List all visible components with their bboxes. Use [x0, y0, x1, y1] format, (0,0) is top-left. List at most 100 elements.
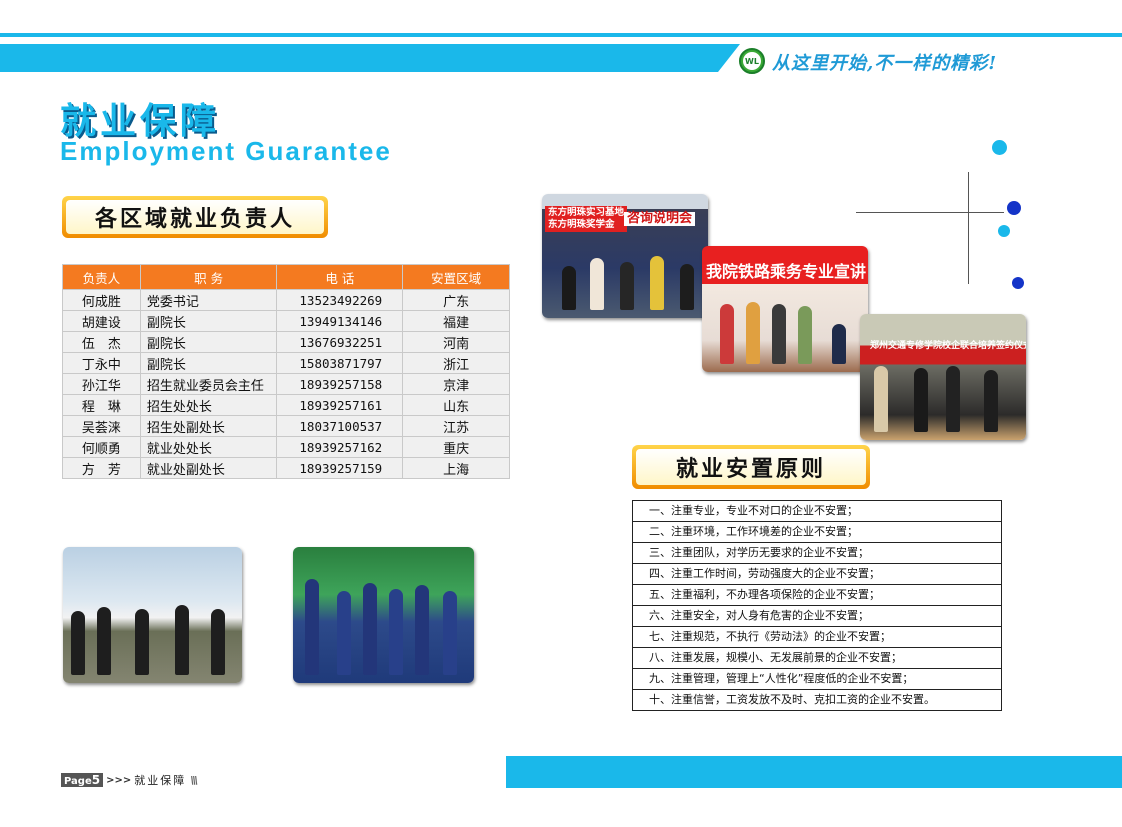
staff-phone-cell: 18939257162: [276, 436, 404, 458]
photo-banner-text: 我院铁路乘务专业宣讲: [706, 262, 867, 281]
staff-phone-cell: 15803871797: [276, 352, 404, 374]
photo-banner-text: 咨询说明会: [624, 212, 696, 226]
table-row: 何顺勇 就业处处长 18939257162 重庆: [62, 436, 510, 458]
top-stripe: [0, 33, 1122, 37]
staff-name-cell: 程 琳: [62, 394, 141, 416]
table-row: 伍 杰副院长 13676932251 河南: [62, 331, 510, 353]
staff-phone-cell: 18939257161: [276, 394, 404, 416]
page-slashes: \\\: [190, 773, 198, 787]
page-title-en: Employment Guarantee: [60, 136, 392, 166]
staff-position-cell: 党委书记: [139, 289, 278, 311]
principle-item: 六、注重安全，对人身有危害的企业不安置；: [633, 606, 1001, 627]
column-header-name: 负责人: [62, 264, 141, 290]
staff-name-cell: 吴荟涞: [62, 415, 141, 437]
regional-staff-table: 负责人 职 务 电 话 安置区域 何成胜 党委书记 13523492269 广东 胡建设…: [62, 264, 510, 479]
table-row: 方 芳就业处副处长 18939257159 上海: [62, 457, 510, 479]
staff-name-cell: 胡建设: [62, 310, 141, 332]
person-figure: [984, 370, 998, 432]
attendant-figure: [135, 609, 149, 675]
staff-name-cell: 伍 杰: [62, 331, 141, 353]
staff-region-cell: 福建: [402, 310, 510, 332]
regions-heading-badge: 各区域就业负责人: [62, 196, 328, 238]
student-figure: [772, 304, 786, 364]
staff-position-cell: 副院长: [139, 331, 278, 353]
audience-figure: [620, 262, 634, 310]
signing-ceremony-photo: 郑州交通专修学院校企联合培养签约仪式: [860, 314, 1026, 440]
railway-recruitment-photo: 我院铁路乘务专业宣讲: [702, 246, 868, 372]
column-header-region: 安置区域: [402, 264, 510, 290]
flight-attendants-airport-photo: [63, 547, 242, 683]
decorative-dot: [1007, 201, 1021, 215]
principle-item: 五、注重福利，不办理各项保险的企业不安置；: [633, 585, 1001, 606]
page-number: 5: [91, 773, 101, 787]
staff-position-cell: 就业处副处长: [139, 457, 278, 479]
staff-region-cell: 广东: [402, 289, 510, 311]
staff-name-cell: 丁永中: [62, 352, 141, 374]
staff-position-cell: 招生处副处长: [139, 415, 278, 437]
attendant-figure: [71, 611, 85, 675]
table-row: 程 琳招生处处长 18939257161 山东: [62, 394, 510, 416]
logo-text: WL: [743, 52, 761, 70]
staff-name-cell: 方 芳: [62, 457, 141, 479]
person-figure: [914, 368, 928, 432]
photo-banner-text: 郑州交通专修学院校企联合培养签约仪式: [870, 341, 1026, 351]
regions-heading: 各区域就业负责人: [66, 200, 324, 234]
principle-item: 十、注重信誉，工资发放不及时、克扣工资的企业不安置。: [649, 693, 935, 706]
staff-phone-cell: 18939257159: [276, 457, 404, 479]
principle-item: 二、注重环境，工作环境差的企业不安置；: [633, 522, 1001, 543]
staff-region-cell: 浙江: [402, 352, 510, 374]
attendant-figure: [97, 607, 111, 675]
interviewer-figure: [832, 324, 846, 364]
footer-band: [506, 756, 1122, 788]
staff-phone-cell: 18037100537: [276, 415, 404, 437]
staff-region-cell: 重庆: [402, 436, 510, 458]
page-marker: Page5 >>> 就业保障 \\\: [61, 772, 198, 788]
principles-list: 一、注重专业，专业不对口的企业不安置； 二、注重环境，工作环境差的企业不安置； …: [632, 500, 1002, 711]
table-row: 丁永中 副院长 15803871797 浙江: [62, 352, 510, 374]
audience-figure: [562, 266, 576, 310]
stewardess-figure: [305, 579, 319, 675]
page-prefix: Page: [64, 776, 92, 787]
staff-position-cell: 就业处处长: [139, 436, 278, 458]
principles-heading-badge: 就业安置原则: [632, 445, 870, 489]
consultation-meeting-photo: 东方明珠实习基地 东方明珠奖学金 咨询说明会: [542, 194, 708, 318]
page-number-box: Page5: [61, 773, 104, 787]
staff-name-cell: 孙江华: [62, 373, 141, 395]
table-row: 何成胜 党委书记 13523492269 广东: [62, 289, 510, 311]
staff-phone-cell: 13523492269: [276, 289, 404, 311]
stewardess-figure: [415, 585, 429, 675]
student-figure: [746, 302, 760, 364]
decorative-dot: [992, 140, 1007, 155]
student-figure: [720, 304, 734, 364]
decorative-dot: [1012, 277, 1024, 289]
staff-position-cell: 招生处处长: [139, 394, 278, 416]
staff-phone-cell: 18939257158: [276, 373, 404, 395]
staff-phone-cell: 13676932251: [276, 331, 404, 353]
page-arrows: >>>: [106, 774, 132, 786]
stewardess-figure: [363, 583, 377, 675]
stewardess-figure: [337, 591, 351, 675]
principle-item: 四、注重工作时间，劳动强度大的企业不安置；: [633, 564, 1001, 585]
decorative-line: [968, 172, 969, 284]
principle-item: 八、注重发展，规模小、无发展前景的企业不安置；: [633, 648, 1001, 669]
person-figure: [946, 366, 960, 432]
decorative-line: [856, 212, 1004, 213]
staff-position-cell: 副院长: [139, 310, 278, 332]
column-header-phone: 电 话: [276, 264, 404, 290]
decorative-dot: [998, 225, 1010, 237]
audience-figure: [590, 258, 604, 310]
principle-item: 三、注重团队，对学历无要求的企业不安置；: [633, 543, 1001, 564]
staff-region-cell: 江苏: [402, 415, 510, 437]
staff-position-cell: 招生就业委员会主任: [139, 373, 278, 395]
table-header-row: 负责人 职 务 电 话 安置区域: [62, 264, 510, 290]
student-figure: [798, 306, 812, 364]
staff-region-cell: 山东: [402, 394, 510, 416]
slogan-text: 从这里开始,不一样的精彩!: [772, 53, 998, 74]
staff-region-cell: 京津: [402, 373, 510, 395]
staff-name-cell: 何成胜: [62, 289, 141, 311]
staff-phone-cell: 13949134146: [276, 310, 404, 332]
principle-item: 九、注重管理，管理上“人性化”程度低的企业不安置；: [633, 669, 1001, 690]
table-row: 胡建设 副院长 13949134146 福建: [62, 310, 510, 332]
stewardess-figure: [443, 591, 457, 675]
audience-figure: [650, 256, 664, 310]
